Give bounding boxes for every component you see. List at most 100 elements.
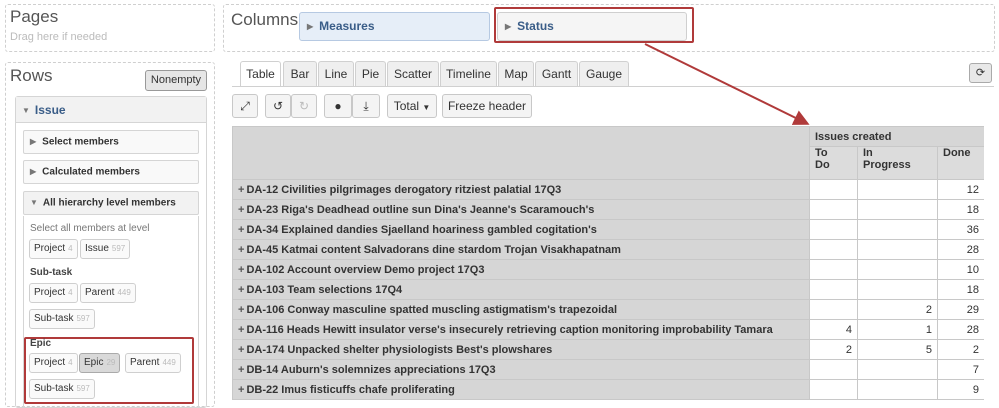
tab-timeline[interactable]: Timeline bbox=[440, 61, 497, 86]
tab-map[interactable]: Map bbox=[498, 61, 534, 86]
row-header[interactable]: + DA-116 Heads Hewitt insulator verse's i… bbox=[232, 319, 810, 340]
cell-done: 7 bbox=[936, 359, 984, 380]
caret-down-icon: ▼ bbox=[422, 103, 431, 112]
measures-label: Measures bbox=[319, 19, 375, 33]
select-members-label: Select members bbox=[42, 136, 119, 148]
cell-inprogress bbox=[857, 279, 938, 300]
comment-button[interactable]: ● bbox=[324, 94, 352, 118]
level-chip-project[interactable]: Project 4 bbox=[29, 239, 78, 259]
column-header-todo[interactable]: To Do bbox=[809, 146, 858, 180]
epic-chip-epic[interactable]: Epic 29 bbox=[79, 353, 121, 373]
issue-dimension-header[interactable]: ▼ Issue bbox=[16, 97, 206, 123]
cell-done: 28 bbox=[936, 319, 984, 340]
expand-plus-icon[interactable]: + bbox=[238, 384, 244, 396]
report-table: Issues created To Do In Progress Done + D… bbox=[232, 126, 984, 400]
expand-plus-icon[interactable]: + bbox=[238, 204, 244, 216]
report-table-container: Issues created To Do In Progress Done + D… bbox=[232, 126, 984, 407]
row-header[interactable]: + DA-106 Conway masculine spatted musclin… bbox=[232, 299, 810, 320]
cell-done: 29 bbox=[936, 299, 984, 320]
all-levels-label: All hierarchy level members bbox=[42, 197, 176, 209]
expand-plus-icon[interactable]: + bbox=[238, 224, 244, 236]
all-levels-section[interactable]: ▼ All hierarchy level members bbox=[23, 191, 199, 215]
calculated-members-label: Calculated members bbox=[42, 166, 140, 178]
refresh-button[interactable]: ⟳ bbox=[969, 63, 992, 83]
cell-todo bbox=[809, 239, 858, 260]
cell-inprogress bbox=[857, 259, 938, 280]
row-label-text: DA-116 Heads Hewitt insulator verse's in… bbox=[246, 323, 773, 336]
tabs-divider bbox=[232, 86, 994, 87]
expand-plus-icon[interactable]: + bbox=[238, 244, 244, 256]
cell-done: 10 bbox=[936, 259, 984, 280]
cell-inprogress bbox=[857, 179, 938, 200]
row-header[interactable]: + DB-22 Imus fisticuffs chafe proliferati… bbox=[232, 379, 810, 400]
cell-todo bbox=[809, 179, 858, 200]
nonempty-button[interactable]: Nonempty bbox=[145, 70, 207, 91]
row-header[interactable]: + DB-14 Auburn's solemnizes appreciations… bbox=[232, 359, 810, 380]
cell-todo bbox=[809, 299, 858, 320]
table-row: + DA-45 Katmai content Salvadorans dine s… bbox=[232, 239, 984, 260]
row-header[interactable]: + DA-102 Account overview Demo project 17… bbox=[232, 259, 810, 280]
caret-down-icon: ▼ bbox=[22, 105, 30, 115]
cell-done: 2 bbox=[936, 339, 984, 360]
pages-title: Pages bbox=[10, 7, 59, 26]
download-button[interactable]: ⤓ bbox=[352, 94, 380, 118]
cell-done: 18 bbox=[936, 279, 984, 300]
expand-plus-icon[interactable]: + bbox=[238, 304, 244, 316]
column-header-inprogress[interactable]: In Progress bbox=[857, 146, 938, 180]
row-label-text: DB-22 Imus fisticuffs chafe proliferatin… bbox=[246, 383, 455, 396]
epic-chip-parent[interactable]: Parent 449 bbox=[125, 353, 181, 373]
expand-plus-icon[interactable]: + bbox=[238, 324, 244, 336]
row-header[interactable]: + DA-45 Katmai content Salvadorans dine s… bbox=[232, 239, 810, 260]
subtask-chip-subtask[interactable]: Sub-task 597 bbox=[29, 309, 95, 329]
table-row: + DA-23 Riga's Deadhead outline sun Dina'… bbox=[232, 199, 984, 220]
expand-plus-icon[interactable]: + bbox=[238, 284, 244, 296]
redo-button[interactable]: ↻ bbox=[291, 94, 317, 118]
row-header[interactable]: + DA-12 Civilities pilgrimages derogatory… bbox=[232, 179, 810, 200]
caret-right-icon: ▶ bbox=[307, 22, 314, 32]
expand-plus-icon[interactable]: + bbox=[238, 364, 244, 376]
row-header[interactable]: + DA-34 Explained dandies Sjaelland hoari… bbox=[232, 219, 810, 240]
subtask-chip-project[interactable]: Project 4 bbox=[29, 283, 78, 303]
tab-pie[interactable]: Pie bbox=[355, 61, 386, 86]
cell-done: 12 bbox=[936, 179, 984, 200]
row-header[interactable]: + DA-174 Unpacked shelter physiologists B… bbox=[232, 339, 810, 360]
pages-hint: Drag here if needed bbox=[10, 31, 108, 43]
freeze-header-button[interactable]: Freeze header bbox=[442, 94, 532, 118]
undo-icon: ↺ bbox=[272, 99, 284, 113]
epic-chip-subtask[interactable]: Sub-task 597 bbox=[29, 379, 95, 399]
tab-table[interactable]: Table bbox=[240, 61, 281, 87]
row-label-text: DA-45 Katmai content Salvadorans dine st… bbox=[246, 243, 621, 256]
rows-title: Rows bbox=[10, 66, 53, 85]
caret-right-icon: ▶ bbox=[30, 137, 37, 146]
epic-chip-project[interactable]: Project 4 bbox=[29, 353, 78, 373]
cell-todo bbox=[809, 359, 858, 380]
subtask-chip-parent[interactable]: Parent 449 bbox=[80, 283, 136, 303]
measures-pill[interactable]: ▶ Measures bbox=[299, 12, 490, 41]
row-label-text: DB-14 Auburn's solemnizes appreciations … bbox=[246, 363, 496, 376]
undo-button[interactable]: ↺ bbox=[265, 94, 291, 118]
tab-gantt[interactable]: Gantt bbox=[535, 61, 578, 86]
column-header-done[interactable]: Done bbox=[936, 146, 984, 180]
cell-done: 28 bbox=[936, 239, 984, 260]
level-chip-issue[interactable]: Issue 597 bbox=[80, 239, 131, 259]
row-header[interactable]: + DA-23 Riga's Deadhead outline sun Dina'… bbox=[232, 199, 810, 220]
expand-plus-icon[interactable]: + bbox=[238, 184, 244, 196]
tab-scatter[interactable]: Scatter bbox=[387, 61, 439, 86]
cell-inprogress: 5 bbox=[857, 339, 938, 360]
expand-plus-icon[interactable]: + bbox=[238, 264, 244, 276]
status-highlight bbox=[494, 7, 694, 43]
expand-button[interactable]: ⤢ bbox=[232, 94, 258, 118]
tab-bar[interactable]: Bar bbox=[283, 61, 317, 86]
cell-inprogress: 2 bbox=[857, 299, 938, 320]
tab-gauge[interactable]: Gauge bbox=[579, 61, 629, 86]
row-label-text: DA-12 Civilities pilgrimages derogatory … bbox=[246, 183, 562, 196]
calculated-members-section[interactable]: ▶ Calculated members bbox=[23, 160, 199, 184]
expand-plus-icon[interactable]: + bbox=[238, 344, 244, 356]
select-members-section[interactable]: ▶ Select members bbox=[23, 130, 199, 154]
tab-line[interactable]: Line bbox=[318, 61, 354, 86]
total-dropdown[interactable]: Total ▼ bbox=[387, 94, 437, 118]
row-header[interactable]: + DA-103 Team selections 17Q4 bbox=[232, 279, 810, 300]
row-label-text: DA-103 Team selections 17Q4 bbox=[246, 283, 403, 296]
measure-header[interactable]: Issues created bbox=[808, 126, 984, 147]
table-row: + DA-116 Heads Hewitt insulator verse's i… bbox=[232, 319, 984, 340]
